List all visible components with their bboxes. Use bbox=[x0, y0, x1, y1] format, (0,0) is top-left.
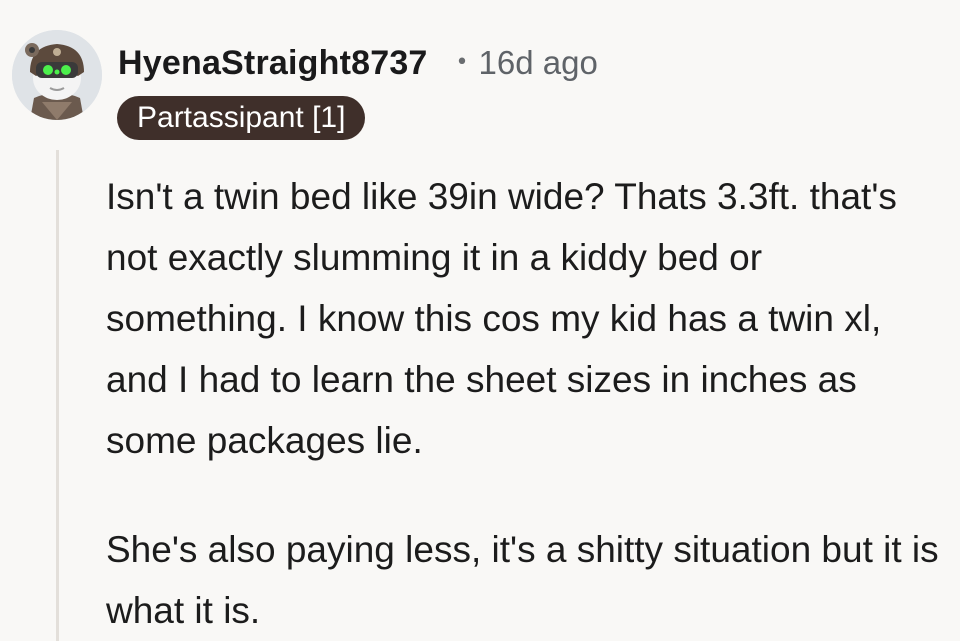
comment-body: Isn't a twin bed like 39in wide? Thats 3… bbox=[106, 166, 941, 641]
avatar-illustration bbox=[12, 30, 102, 120]
comment: HyenaStraight8737 • 16d ago Partassipant… bbox=[0, 0, 960, 641]
thread-line[interactable] bbox=[56, 150, 59, 641]
comment-paragraph: Isn't a twin bed like 39in wide? Thats 3… bbox=[106, 176, 897, 461]
meta-separator: • bbox=[455, 49, 469, 75]
comment-meta: HyenaStraight8737 • 16d ago bbox=[118, 40, 598, 86]
comment-timestamp[interactable]: 16d ago bbox=[479, 44, 598, 82]
username-link[interactable]: HyenaStraight8737 bbox=[118, 44, 428, 83]
user-avatar-icon[interactable] bbox=[12, 30, 102, 120]
comment-paragraph: She's also paying less, it's a shitty si… bbox=[106, 529, 939, 631]
user-flair-badge: Partassipant [1] bbox=[117, 96, 366, 140]
